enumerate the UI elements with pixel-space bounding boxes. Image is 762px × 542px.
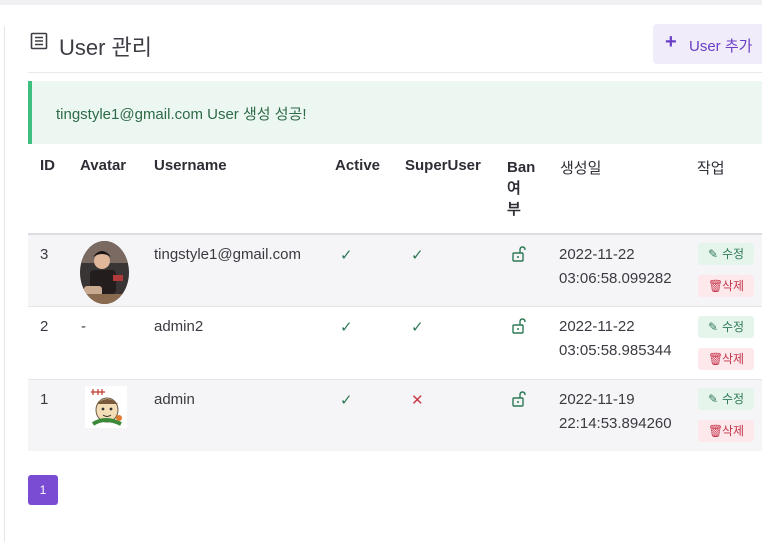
header-divider: [28, 72, 762, 73]
check-icon: ✓: [411, 247, 424, 264]
cell-created-date: 2022-11-22: [559, 318, 635, 335]
delete-button[interactable]: 🗑 삭제: [698, 420, 754, 442]
column-header-active: Active: [335, 157, 381, 174]
cell-created-time: 03:06:58.099282: [559, 270, 672, 287]
check-icon: ✓: [411, 319, 424, 336]
trash-icon: 🗑: [708, 424, 724, 438]
edit-icon: ✎: [708, 247, 719, 261]
x-icon: ✕: [411, 392, 424, 409]
cell-id: 2: [40, 318, 49, 335]
sidebar-divider: [4, 26, 5, 542]
cell-avatar-empty: -: [81, 318, 86, 335]
cell-created-date: 2022-11-22: [559, 246, 635, 263]
table-row: 1 admin ✓ ✕ 2022-11-19 22:14:53.894260 ✎…: [28, 380, 762, 451]
column-header-actions: 작업: [697, 160, 725, 177]
alert-message: tingstyle1@gmail.com User 생성 성공!: [56, 106, 307, 123]
cell-created-date: 2022-11-19: [559, 391, 635, 408]
delete-button[interactable]: 🗑 삭제: [698, 348, 754, 370]
column-header-created: 생성일: [560, 160, 602, 177]
delete-button-label: 삭제: [722, 424, 745, 438]
user-avatar: [80, 241, 129, 304]
delete-button[interactable]: 🗑 삭제: [698, 275, 754, 297]
page-header: User 관리 + User 추가: [28, 24, 762, 68]
user-avatar: [85, 386, 127, 428]
check-icon: ✓: [340, 319, 353, 336]
edit-button[interactable]: ✎ 수정: [698, 388, 754, 410]
top-nav-strip: [0, 0, 762, 5]
edit-icon: ✎: [708, 392, 719, 406]
unlock-icon: [512, 246, 526, 262]
delete-button-label: 삭제: [722, 279, 745, 293]
edit-button-label: 수정: [722, 392, 745, 406]
add-user-button[interactable]: + User 추가: [653, 24, 762, 64]
cell-username: admin: [154, 391, 195, 408]
add-user-label: User 추가: [689, 38, 753, 55]
column-header-avatar: Avatar: [80, 157, 127, 174]
check-icon: ✓: [340, 247, 353, 264]
pagination-page-button[interactable]: 1: [28, 475, 58, 505]
cell-created-time: 03:05:58.985344: [559, 342, 672, 359]
cell-id: 1: [40, 391, 49, 408]
column-header-ban: Ban 여 부: [507, 159, 536, 218]
edit-button[interactable]: ✎ 수정: [698, 243, 754, 265]
plus-icon: +: [665, 31, 677, 53]
list-document-icon: [30, 32, 48, 50]
delete-button-label: 삭제: [722, 352, 745, 366]
cell-id: 3: [40, 246, 49, 263]
table-row: 2 - admin2 ✓ ✓ 2022-11-22 03:05:58.98534…: [28, 307, 762, 379]
edit-icon: ✎: [708, 320, 719, 334]
column-header-username: Username: [154, 157, 227, 174]
cell-username: admin2: [154, 318, 204, 335]
edit-button[interactable]: ✎ 수정: [698, 316, 754, 338]
unlock-icon: [512, 318, 526, 334]
cell-created-time: 22:14:53.894260: [559, 415, 672, 432]
unlock-icon: [512, 391, 526, 407]
page-title: User 관리: [59, 35, 153, 60]
check-icon: ✓: [340, 392, 353, 409]
success-alert: tingstyle1@gmail.com User 생성 성공!: [28, 81, 762, 144]
table-row: 3 tingstyle1@gmail.com ✓ ✓ 2022-11-22 03…: [28, 235, 762, 306]
trash-icon: 🗑: [708, 279, 724, 293]
edit-button-label: 수정: [722, 247, 745, 261]
trash-icon: 🗑: [708, 352, 724, 366]
column-header-id: ID: [40, 157, 55, 174]
edit-button-label: 수정: [722, 320, 745, 334]
column-header-superuser: SuperUser: [405, 157, 481, 174]
cell-username: tingstyle1@gmail.com: [154, 246, 301, 263]
